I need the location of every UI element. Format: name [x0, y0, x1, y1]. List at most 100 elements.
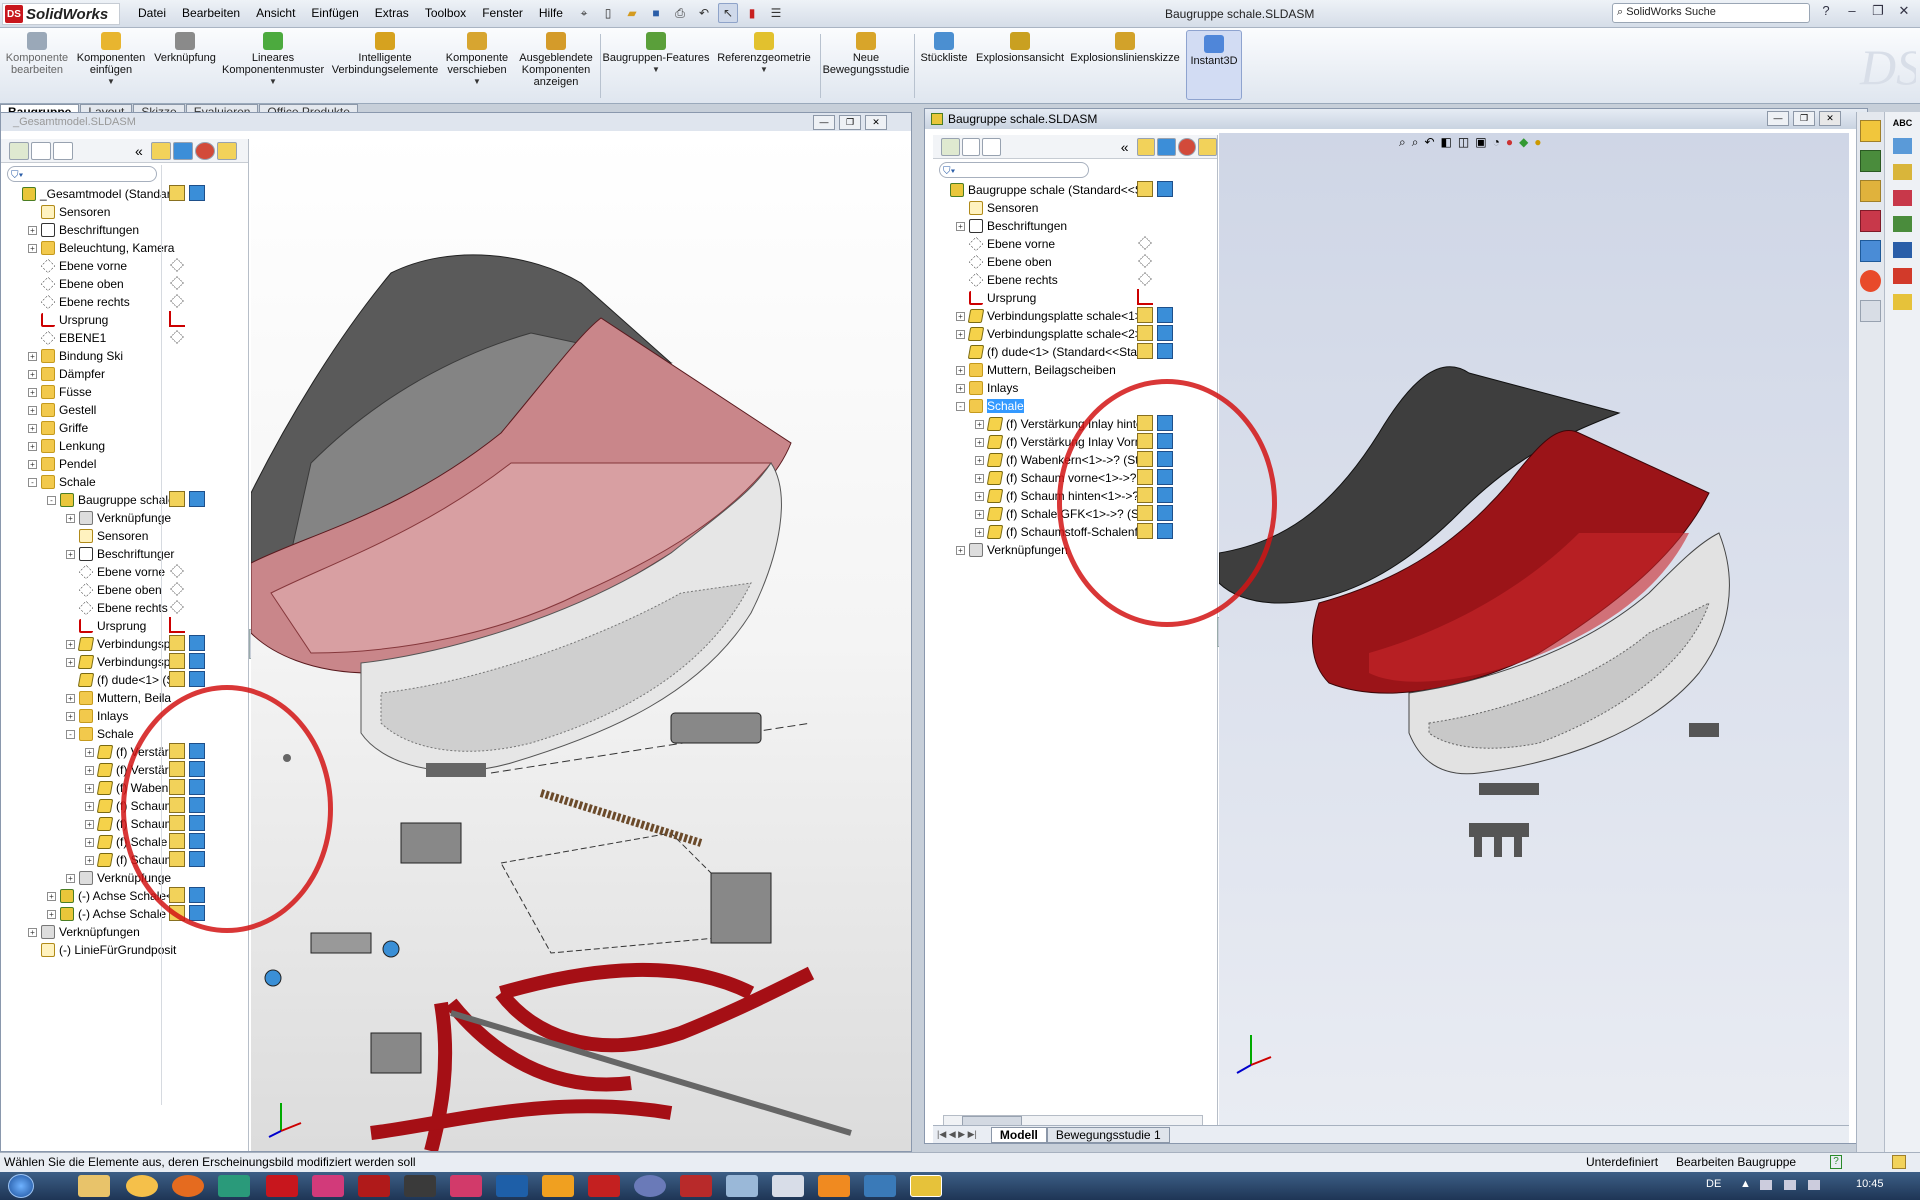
search-results-icon[interactable] — [1860, 210, 1881, 232]
restore-button[interactable]: ❐ — [839, 115, 861, 130]
expand-toggle-icon[interactable]: + — [975, 527, 984, 537]
app-icon[interactable] — [634, 1175, 666, 1197]
spelling-icon[interactable]: ABC — [1885, 118, 1920, 128]
display-mode-state-icon[interactable] — [189, 491, 205, 507]
active-app-icon[interactable] — [910, 1175, 942, 1197]
tree-node[interactable]: Sensoren — [937, 199, 1217, 217]
expand-toggle-icon[interactable]: + — [956, 311, 965, 321]
expand-toggle-icon[interactable]: + — [85, 783, 94, 793]
volume-icon[interactable] — [1808, 1180, 1820, 1190]
expand-toggle-icon[interactable]: + — [85, 765, 94, 775]
network-icon[interactable] — [1784, 1180, 1796, 1190]
zoom-to-fit-icon[interactable]: ⌕ — [1399, 135, 1406, 150]
expand-toggle-icon[interactable]: + — [956, 365, 965, 375]
print-icon[interactable]: ⎙ — [670, 3, 690, 23]
save-icon[interactable]: ■ — [646, 3, 666, 23]
expand-toggle-icon[interactable]: + — [956, 383, 965, 393]
dropdown-arrow-icon[interactable]: ▼ — [74, 76, 148, 88]
expand-toggle-icon[interactable]: - — [47, 495, 56, 505]
close-button[interactable]: ✕ — [865, 115, 887, 130]
display-state-icon[interactable] — [1138, 236, 1152, 250]
previous-view-icon[interactable]: ↶ — [1424, 135, 1434, 150]
view-orientation-icon[interactable]: ◫ — [1458, 135, 1469, 150]
expand-toggle-icon[interactable]: - — [66, 729, 75, 739]
feature-manager-tab[interactable] — [9, 141, 29, 160]
display-state-icon[interactable] — [170, 276, 184, 290]
menu-toolbox[interactable]: Toolbox — [417, 4, 474, 22]
language-indicator[interactable]: DE — [1706, 1178, 1721, 1190]
tray-arrow-icon[interactable]: ▲ — [1740, 1178, 1751, 1190]
tree-node[interactable]: + Verbindungsp — [9, 653, 248, 671]
display-mode-state-icon[interactable] — [1157, 325, 1173, 341]
tool-icon[interactable] — [1893, 164, 1912, 180]
rebuild-icon[interactable]: ▮ — [742, 3, 762, 23]
solidworks-logo[interactable]: DS SolidWorks — [2, 3, 120, 25]
display-state-icon[interactable] — [170, 330, 184, 344]
explode-line-sketch-button[interactable]: Explosionslinienskizze — [1068, 32, 1182, 64]
display-mode-icon[interactable] — [172, 141, 193, 160]
show-hidden-components-button[interactable]: Ausgeblendete Komponenten anzeigen — [516, 32, 596, 88]
tree-filter[interactable]: ⛉▾ — [939, 162, 1089, 178]
display-state-icon[interactable] — [1138, 254, 1152, 268]
display-mode-state-icon[interactable] — [1157, 343, 1173, 359]
expand-toggle-icon[interactable]: + — [85, 801, 94, 811]
appearance-icon[interactable] — [1177, 137, 1197, 156]
tree-node[interactable]: + Beschriftungen — [9, 221, 248, 239]
flash-icon[interactable] — [588, 1175, 620, 1197]
expand-toggle-icon[interactable]: + — [975, 455, 984, 465]
tree-node[interactable]: Ebene oben — [9, 581, 248, 599]
tool-app-icon[interactable] — [404, 1175, 436, 1197]
display-state-icon[interactable] — [1137, 181, 1153, 197]
expand-toggle-icon[interactable]: + — [975, 419, 984, 429]
display-state-icon[interactable] — [169, 635, 185, 651]
mate-button[interactable]: Verknüpfung — [150, 32, 220, 64]
view-settings-icon[interactable]: ● — [1534, 135, 1541, 150]
tree-node[interactable]: Ebene vorne — [9, 257, 248, 275]
search-input[interactable]: ⌕ SolidWorks Suche — [1612, 3, 1810, 23]
expand-toggle-icon[interactable]: + — [85, 855, 94, 865]
display-mode-state-icon[interactable] — [189, 635, 205, 651]
display-state-icon[interactable] — [169, 311, 185, 327]
tray-icon[interactable] — [1760, 1180, 1772, 1190]
insert-components-button[interactable]: Komponenten einfügen ▼ — [74, 32, 148, 88]
custom-properties-icon[interactable] — [1860, 300, 1881, 322]
display-state-icon[interactable] — [1137, 343, 1153, 359]
menu-ansicht[interactable]: Ansicht — [248, 4, 303, 22]
restore-button[interactable]: ❐ — [1868, 3, 1888, 21]
appearance-icon[interactable] — [194, 141, 215, 160]
tree-node[interactable]: + Muttern, Beilagscheiben — [937, 361, 1217, 379]
tree-node[interactable]: Ebene oben — [9, 275, 248, 293]
tree-node[interactable]: + Verknüpfunge — [9, 509, 248, 527]
menu-hilfe[interactable]: Hilfe — [531, 4, 571, 22]
new-document-icon[interactable]: ▯ — [598, 3, 618, 23]
clock[interactable]: 10:45 — [1856, 1178, 1884, 1190]
expand-toggle-icon[interactable]: + — [28, 225, 37, 235]
tree-filter[interactable]: ⛉▾ — [7, 166, 157, 182]
tool-icon[interactable] — [1893, 242, 1912, 258]
exploded-view-button[interactable]: Explosionsansicht — [976, 32, 1064, 64]
tree-node[interactable]: + Beschriftunger — [9, 545, 248, 563]
tree-node[interactable]: Ebene vorne — [9, 563, 248, 581]
tree-node[interactable]: + Verbindungsp — [9, 635, 248, 653]
acrobat-icon[interactable] — [358, 1175, 390, 1197]
assembly-features-button[interactable]: Baugruppen-Features ▼ — [602, 32, 710, 76]
display-style-icon[interactable]: ▣ — [1475, 135, 1486, 150]
expand-toggle-icon[interactable]: + — [66, 549, 75, 559]
options-icon[interactable]: ☰ — [766, 3, 786, 23]
app-icon[interactable] — [312, 1175, 344, 1197]
display-pane-icon[interactable] — [150, 141, 171, 160]
tree-node[interactable]: Ebene oben — [937, 253, 1217, 271]
tool-icon[interactable] — [1893, 190, 1912, 206]
design-library-icon[interactable] — [1860, 150, 1881, 172]
camtasia-icon[interactable] — [218, 1175, 250, 1197]
expand-toggle-icon[interactable]: - — [28, 477, 37, 487]
display-state-icon[interactable] — [1137, 307, 1153, 323]
expand-toggle-icon[interactable]: + — [28, 423, 37, 433]
explorer-icon[interactable] — [78, 1175, 110, 1197]
tab-scroll-icon[interactable]: |◀ ◀ ▶ ▶| — [937, 1129, 977, 1140]
apply-scene-icon[interactable]: ◆ — [1519, 135, 1528, 150]
expand-toggle-icon[interactable]: + — [66, 711, 75, 721]
expand-toggle-icon[interactable]: + — [28, 369, 37, 379]
display-mode-state-icon[interactable] — [1157, 181, 1173, 197]
minimize-button[interactable]: — — [813, 115, 835, 130]
